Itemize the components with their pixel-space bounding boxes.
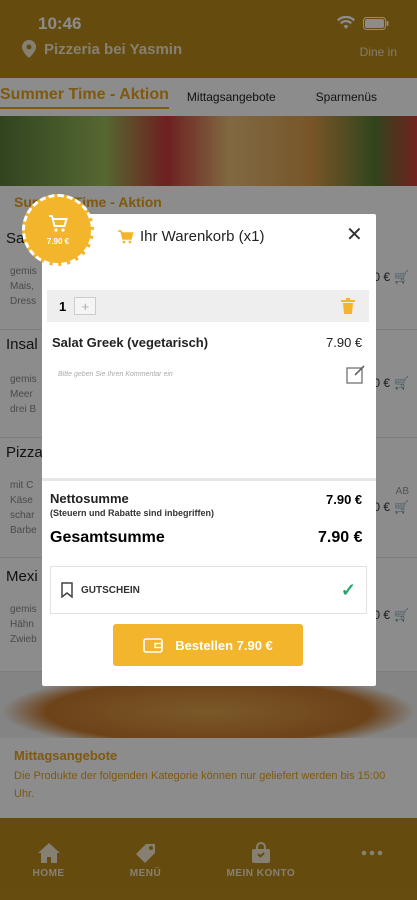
quantity-plus-button[interactable]: + xyxy=(74,297,97,315)
voucher-field[interactable]: GUTSCHEIN ✓ xyxy=(50,566,367,614)
comment-placeholder[interactable]: Bitte geben Sie Ihren Kommentar ein xyxy=(58,371,173,378)
cart-icon xyxy=(118,229,134,243)
item-quantity: 1 xyxy=(59,298,67,314)
voucher-label: GUTSCHEIN xyxy=(81,584,140,596)
cart-title-row: Ihr Warenkorb (x1) xyxy=(118,228,264,245)
quantity-bar: 1 + xyxy=(47,290,369,322)
order-button-label: Bestellen 7.90 € xyxy=(175,637,273,653)
gesamt-value: 7.90 € xyxy=(318,529,363,546)
cart-item-name: Salat Greek (vegetarisch) xyxy=(52,335,209,350)
check-icon[interactable]: ✓ xyxy=(341,580,356,601)
divider xyxy=(42,478,376,481)
order-button[interactable]: Bestellen 7.90 € xyxy=(113,624,303,666)
cart-icon xyxy=(49,214,68,232)
close-icon[interactable]: ✕ xyxy=(346,222,363,247)
cart-title: Ihr Warenkorb (x1) xyxy=(140,228,265,245)
cart-modal xyxy=(42,214,376,686)
badge-total: 7.90 € xyxy=(46,236,70,246)
netto-note: (Steuern und Rabatte sind inbegriffen) xyxy=(50,508,215,518)
cart-total-badge: 7.90 € xyxy=(22,194,94,266)
netto-value: 7.90 € xyxy=(326,492,363,507)
netto-label: Nettosumme (Steuern und Rabatte sind inb… xyxy=(50,491,215,518)
bookmark-icon xyxy=(61,582,73,598)
edit-icon[interactable] xyxy=(346,364,366,384)
trash-icon[interactable] xyxy=(341,298,355,314)
gesamt-label: Gesamtsumme xyxy=(50,529,165,546)
wallet-icon xyxy=(143,638,164,653)
cart-item-price: 7.90 € xyxy=(326,335,363,350)
